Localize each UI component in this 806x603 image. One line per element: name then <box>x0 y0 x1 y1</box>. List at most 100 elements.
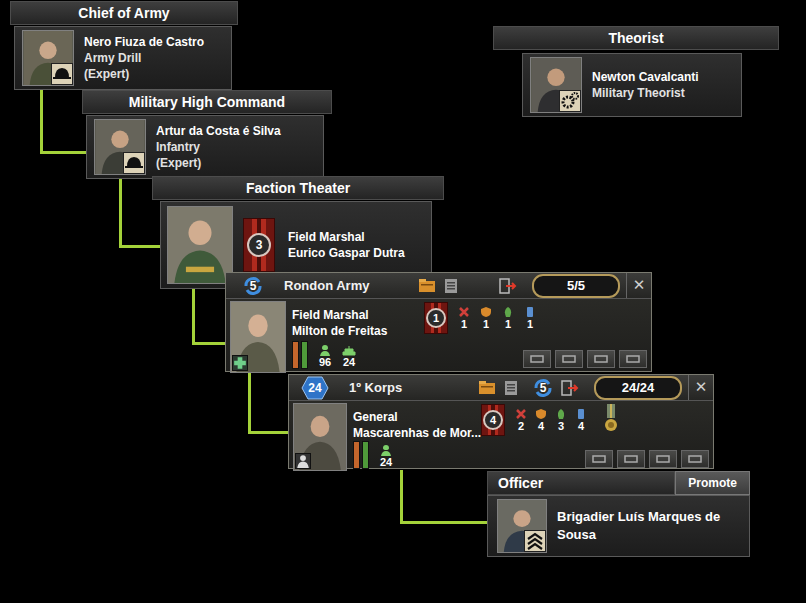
connector-line <box>192 287 226 345</box>
close-button[interactable]: ✕ <box>626 273 651 298</box>
status-bars <box>353 441 369 469</box>
defense-icon <box>480 306 492 318</box>
folder-icon[interactable] <box>478 380 496 396</box>
order-icon <box>655 454 671 464</box>
folder-icon[interactable] <box>418 278 436 294</box>
high-command-slot: Military High CommandArtur da Costa é Si… <box>82 90 332 179</box>
portrait <box>22 30 74 86</box>
order-icon <box>687 454 703 464</box>
advisor-card[interactable]: Nero Fiuza de CastroArmy Drill(Expert) <box>14 26 232 90</box>
attack-icon <box>458 306 470 318</box>
status-bar <box>353 441 360 469</box>
unit-count: 96 <box>318 344 332 369</box>
planning-icon <box>502 306 514 318</box>
stat-item: 3 <box>555 408 567 433</box>
order-icon <box>529 354 545 364</box>
status-bar <box>301 341 308 369</box>
vehicle-icon <box>342 344 356 356</box>
stat-item: 1 <box>524 306 536 331</box>
advisor-card[interactable]: Artur da Costa é SilvaInfantry(Expert) <box>86 115 324 179</box>
division-counter: 24/24 <box>594 376 682 400</box>
order-button[interactable] <box>587 350 615 368</box>
slot-header: Officer <box>487 471 675 495</box>
attack-icon <box>515 408 527 420</box>
commander-stats: 1111 <box>458 306 536 331</box>
portrait <box>293 403 347 471</box>
promote-button[interactable]: Promote <box>675 471 750 495</box>
slot-header: Chief of Army <box>10 1 238 25</box>
army-title-bar: 5Rondon Army5/5✕ <box>226 273 651 299</box>
hexagon-icon: 24 <box>301 376 329 400</box>
order-icon <box>591 454 607 464</box>
infantry-icon <box>379 444 393 456</box>
theorist-slot: Theorist Newton CavalcantiMilitary Theori… <box>493 26 779 117</box>
exit-icon[interactable] <box>560 380 580 396</box>
order-button[interactable] <box>649 450 677 468</box>
portrait <box>230 301 286 373</box>
medical-cross-icon <box>232 355 248 371</box>
helmet-icon <box>123 152 145 174</box>
order-button[interactable] <box>555 350 583 368</box>
order-button[interactable] <box>617 450 645 468</box>
chief-of-army-slot: Chief of ArmyNero Fiuza de CastroArmy Dr… <box>10 1 238 90</box>
order-button[interactable] <box>681 450 709 468</box>
order-icon <box>625 354 641 364</box>
order-button[interactable] <box>619 350 647 368</box>
stat-item: 1 <box>480 306 492 331</box>
connector-line <box>400 470 488 524</box>
stat-item: 4 <box>535 408 547 433</box>
unit-count: 24 <box>379 444 393 469</box>
gear-icon <box>559 90 581 112</box>
status-bar <box>292 341 299 369</box>
officer-icon <box>295 453 311 469</box>
advisor-card[interactable]: Newton CavalcantiMilitary Theorist <box>522 53 742 117</box>
order-icon <box>561 354 577 364</box>
army-hierarchy-screen: Chief of ArmyNero Fiuza de CastroArmy Dr… <box>0 0 806 603</box>
document-icon[interactable] <box>502 380 520 396</box>
helmet-icon <box>51 63 73 85</box>
commander-stats: 2434 <box>515 408 587 433</box>
cycle-icon: 5 <box>532 377 554 399</box>
connector-line <box>248 373 289 434</box>
status-bars <box>292 341 308 369</box>
document-icon[interactable] <box>442 278 460 294</box>
portrait <box>94 119 146 175</box>
stat-item: 2 <box>515 408 527 433</box>
order-button[interactable] <box>523 350 551 368</box>
planning-icon <box>555 408 567 420</box>
slot-header: Military High Command <box>82 90 332 114</box>
unit-count: 24 <box>342 344 356 369</box>
stat-item: 1 <box>502 306 514 331</box>
connector-line <box>40 88 86 154</box>
cycle-icon: 5 <box>242 275 264 297</box>
rank-chevron-icon <box>524 530 546 552</box>
portrait <box>497 499 547 553</box>
stat-item: 1 <box>458 306 470 331</box>
portrait <box>167 206 233 284</box>
skill-badge: 3 <box>243 218 275 272</box>
slot-header: Faction Theater <box>152 176 444 200</box>
status-bar <box>362 441 369 469</box>
order-icon <box>623 454 639 464</box>
corps-card[interactable]: 241º Korps524/24✕GeneralMascarenhas de M… <box>288 374 714 469</box>
army-card[interactable]: 5Rondon Army5/5✕Field MarshalMilton de F… <box>225 272 652 372</box>
skill-badge: 1 <box>424 302 448 334</box>
order-icon <box>593 354 609 364</box>
stat-item: 4 <box>575 408 587 433</box>
order-button[interactable] <box>585 450 613 468</box>
officer-slot: OfficerPromoteBrigadier Luís Marques de … <box>487 471 750 557</box>
corps-title-bar: 241º Korps524/24✕ <box>289 375 713 401</box>
person-icon <box>168 207 232 283</box>
exit-icon[interactable] <box>498 278 518 294</box>
slot-header: Theorist <box>493 26 779 50</box>
defense-icon <box>535 408 547 420</box>
officer-card[interactable]: Brigadier Luís Marques de Sousa <box>487 495 750 557</box>
close-button[interactable]: ✕ <box>688 375 713 400</box>
portrait <box>530 57 582 113</box>
medal-icon <box>603 404 619 436</box>
skill-badge: 4 <box>481 404 505 436</box>
infantry-icon <box>318 344 332 356</box>
division-counter: 5/5 <box>532 274 620 298</box>
logistics-icon <box>524 306 536 318</box>
logistics-icon <box>575 408 587 420</box>
